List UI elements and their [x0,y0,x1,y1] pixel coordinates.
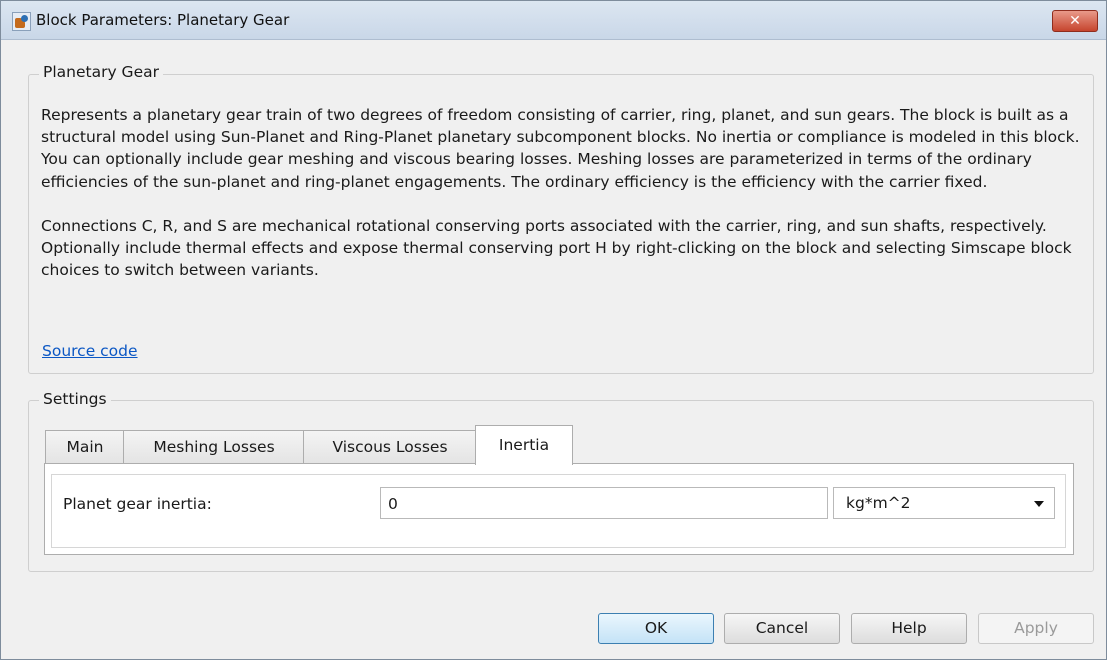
tab-viscous-losses[interactable]: Viscous Losses [303,430,477,463]
close-button[interactable]: ✕ [1052,10,1098,32]
source-code-link[interactable]: Source code [42,342,138,360]
tab-inertia[interactable]: Inertia [475,425,573,465]
dropdown-arrow-icon [1034,501,1044,507]
settings-group-label: Settings [39,390,111,408]
cancel-button[interactable]: Cancel [724,613,840,644]
tab-label: Main [66,438,104,456]
description-paragraph: Represents a planetary gear train of two… [41,106,1080,191]
planet-gear-inertia-unit-select[interactable]: kg*m^2 [833,487,1055,519]
unit-value: kg*m^2 [846,494,911,512]
simulink-block-icon [12,12,31,31]
block-parameters-dialog: Block Parameters: Planetary Gear ✕ Plane… [0,0,1107,660]
tab-label: Inertia [498,436,550,454]
tab-main[interactable]: Main [45,430,125,463]
description-paragraph: Connections C, R, and S are mechanical r… [41,216,1072,280]
close-icon: ✕ [1069,13,1081,29]
tab-meshing-losses[interactable]: Meshing Losses [123,430,305,463]
window-title: Block Parameters: Planetary Gear [36,11,290,29]
apply-button[interactable]: Apply [978,613,1094,644]
block-description: Represents a planetary gear train of two… [41,104,1091,303]
icon-shape [21,15,28,22]
help-button[interactable]: Help [851,613,967,644]
tab-label: Meshing Losses [153,438,275,456]
ok-button[interactable]: OK [598,613,714,644]
planet-gear-inertia-input[interactable]: 0 [380,487,828,519]
title-bar[interactable]: Block Parameters: Planetary Gear ✕ [1,1,1106,40]
planet-gear-inertia-label: Planet gear inertia: [63,495,212,513]
tab-label: Viscous Losses [332,438,448,456]
description-group-label: Planetary Gear [39,63,163,81]
